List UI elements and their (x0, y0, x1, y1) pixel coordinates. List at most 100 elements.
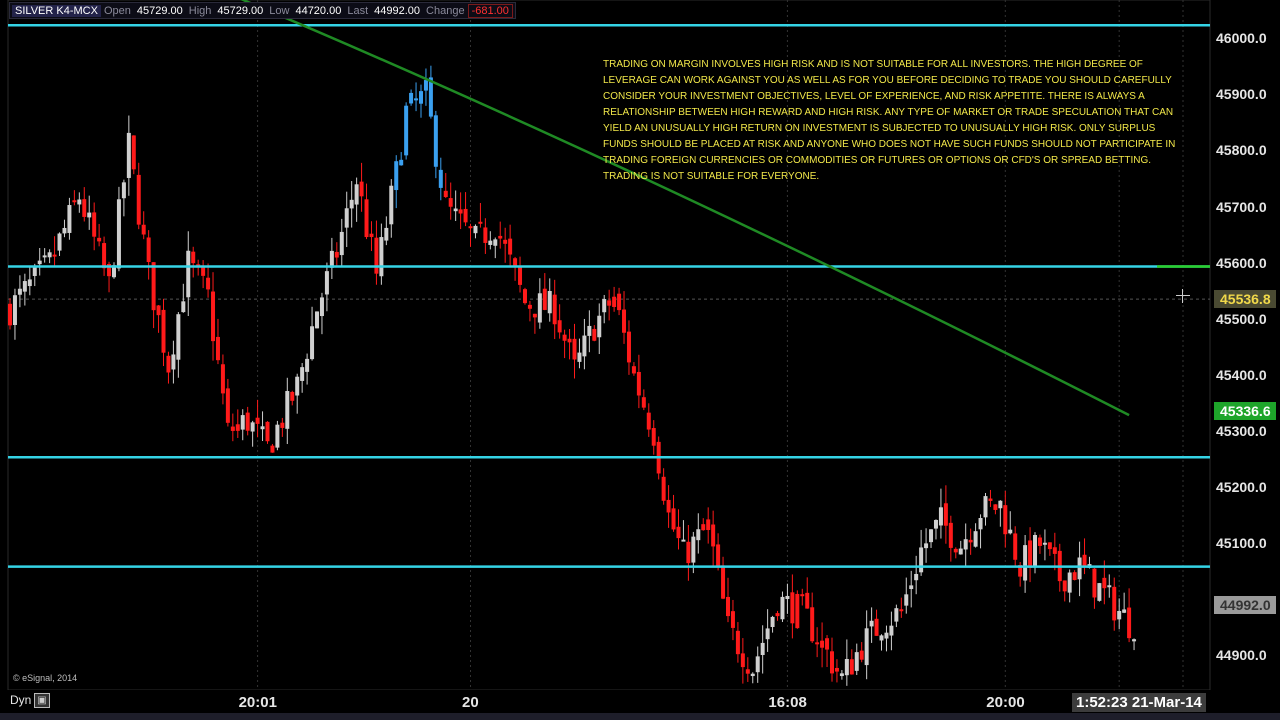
candle-body (82, 199, 87, 217)
candle-body (884, 632, 889, 639)
candle-body (300, 367, 305, 381)
candle-body (859, 650, 864, 660)
y-tick-label: 45700.0 (1216, 198, 1267, 215)
candle-body (245, 412, 250, 431)
candle-body (770, 616, 775, 627)
dyn-settings-icon[interactable]: ▣ (34, 693, 50, 708)
y-tick-label: 46000.0 (1216, 30, 1267, 47)
candle-body (899, 609, 904, 612)
candle-body (681, 539, 686, 542)
candle-body (215, 336, 220, 361)
candle-body (730, 611, 735, 628)
candle-body (181, 301, 186, 313)
candle-body (344, 208, 349, 228)
candle-body (310, 326, 315, 360)
candle-body (547, 290, 552, 314)
candle-body (1008, 529, 1013, 534)
y-tick-label: 45300.0 (1216, 422, 1267, 439)
candle-body (958, 548, 963, 555)
candle-body (879, 635, 884, 641)
candle-body (240, 415, 245, 430)
candle-body (1097, 583, 1102, 601)
candle-body (171, 354, 176, 370)
candle-body (1013, 533, 1018, 560)
candle-body (498, 235, 503, 239)
candle-body (265, 421, 270, 442)
x-tick-label: 20:01 (238, 694, 277, 711)
candle-body (1062, 580, 1067, 592)
candle-body (364, 199, 369, 238)
candle-body (418, 91, 423, 104)
y-tick-label: 44900.0 (1216, 647, 1267, 664)
candle-body (750, 673, 755, 677)
candle-body (186, 250, 191, 298)
candle-body (626, 331, 631, 363)
candle-body (404, 105, 409, 156)
candle-body (453, 208, 458, 212)
candle-body (572, 338, 577, 360)
candle-body (726, 596, 731, 617)
high-value: 45729.00 (217, 4, 264, 17)
quote-header: SILVER K4-MCX Open 45729.00 High 45729.0… (9, 2, 516, 19)
candle-body (131, 135, 136, 170)
candle-body (438, 169, 443, 188)
candle-body (854, 652, 859, 671)
price-tag-green: 45336.6 (1214, 402, 1276, 421)
y-tick-label: 45100.0 (1216, 535, 1267, 552)
candle-body (1117, 610, 1122, 620)
candle-body (869, 620, 874, 627)
candle-body (532, 313, 537, 318)
candle-body (651, 428, 656, 446)
candle-body (260, 426, 265, 430)
candle-body (275, 424, 280, 448)
candle-body (919, 547, 924, 573)
candle-body (32, 266, 37, 276)
candle-body (701, 524, 706, 531)
candle-body (557, 320, 562, 333)
candle-body (825, 638, 830, 650)
candle-body (834, 667, 839, 672)
candle-body (201, 266, 206, 276)
candle-body (1042, 542, 1047, 545)
open-value: 45729.00 (136, 4, 183, 17)
candle-body (612, 296, 617, 307)
candle-body (780, 596, 785, 620)
candle-body (948, 522, 953, 548)
candle-body (666, 499, 671, 513)
risk-disclaimer: TRADING ON MARGIN INVOLVES HIGH RISK AND… (603, 59, 1176, 182)
candle-body (805, 592, 810, 609)
candle-body (597, 315, 602, 338)
candle-body (359, 181, 364, 197)
candle-body (963, 539, 968, 550)
candle-body (290, 391, 295, 401)
candle-body (943, 503, 948, 526)
candle-body (478, 221, 483, 224)
candle-body (864, 628, 869, 666)
candle-body (933, 519, 938, 529)
symbol-label[interactable]: SILVER K4-MCX (12, 4, 101, 17)
candle-body (968, 539, 973, 543)
candle-body (349, 199, 354, 209)
candle-body (735, 630, 740, 655)
candle-body (176, 314, 181, 360)
candle-body (57, 233, 62, 251)
candle-body (1132, 639, 1137, 642)
candle-body (577, 352, 582, 362)
candle-body (22, 281, 27, 292)
candle-body (790, 592, 795, 624)
candle-body (1052, 547, 1057, 554)
dyn-label[interactable]: Dyn (10, 693, 31, 707)
candle-body (230, 426, 235, 431)
candle-body (116, 199, 121, 269)
candle-body (334, 251, 339, 258)
candle-body (839, 673, 844, 677)
candle-body (369, 233, 374, 238)
candle-body (765, 628, 770, 640)
candle-body (775, 613, 780, 617)
candle-body (374, 237, 379, 274)
crosshair-cursor-icon (1176, 289, 1190, 303)
candle-body (97, 237, 102, 242)
candle-body (255, 417, 260, 424)
candle-body (721, 565, 726, 599)
candle-body (988, 498, 993, 501)
